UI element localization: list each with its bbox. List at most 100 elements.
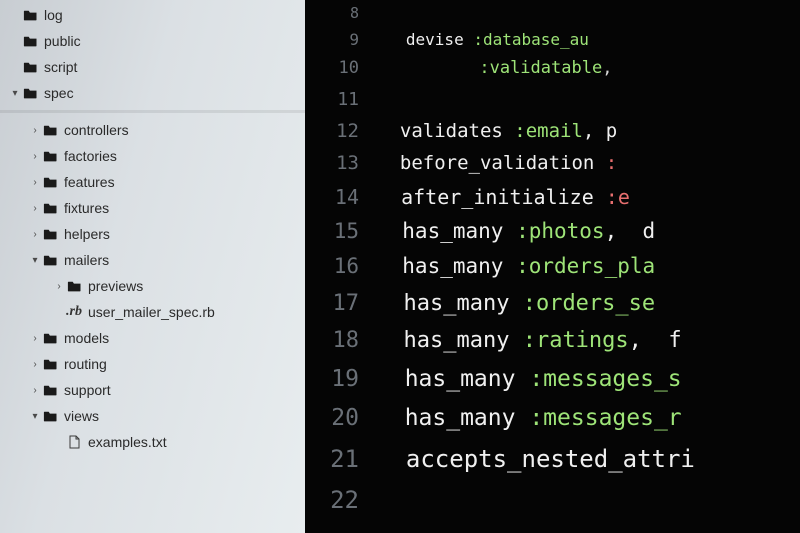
code-line[interactable] — [377, 482, 800, 524]
chevron-down-icon[interactable]: ▾ — [30, 411, 40, 422]
tree-item-mailers[interactable]: ▾ mailers — [0, 247, 305, 273]
code-line[interactable]: accepts_nested_attri — [377, 441, 800, 482]
line-number: 11 — [305, 86, 359, 117]
folder-icon — [42, 149, 58, 163]
chevron-right-icon[interactable]: › — [30, 229, 40, 240]
folder-icon — [42, 253, 58, 267]
code-line[interactable]: has_many :messages_r — [377, 401, 800, 441]
line-number: 22 — [305, 482, 359, 524]
tree-item-public[interactable]: public — [0, 28, 305, 54]
line-number: 10 — [305, 56, 359, 86]
tree-item-previews[interactable]: › previews — [0, 273, 305, 299]
line-number: 9 — [305, 28, 359, 56]
tree-item-script[interactable]: script — [0, 54, 305, 80]
tree-item-user-mailer-spec-rb[interactable]: .rbuser_mailer_spec.rb — [0, 299, 305, 325]
folder-icon — [22, 60, 38, 74]
tree-item-label: log — [44, 7, 63, 23]
folder-icon — [42, 383, 58, 397]
tree-item-label: controllers — [64, 122, 129, 138]
code-token: :validatable — [479, 58, 602, 78]
tree-item-label: spec — [44, 85, 74, 101]
tree-item-label: mailers — [64, 252, 109, 268]
chevron-right-icon[interactable]: › — [54, 281, 64, 292]
folder-icon — [22, 8, 38, 22]
code-line[interactable]: has_many :orders_pla — [377, 251, 800, 287]
line-number: 19 — [305, 362, 359, 401]
tree-item-fixtures[interactable]: › fixtures — [0, 195, 305, 221]
code-line[interactable]: before_validation : — [377, 149, 800, 182]
code-line[interactable] — [377, 86, 800, 117]
code-token: validates — [377, 120, 514, 142]
chevron-right-icon[interactable]: › — [30, 385, 40, 396]
folder-icon — [66, 279, 82, 293]
tree-item-examples-txt[interactable]: examples.txt — [0, 429, 305, 455]
folder-icon — [42, 175, 58, 189]
tree-item-label: examples.txt — [88, 434, 167, 450]
ruby-file-icon: .rb — [66, 305, 82, 319]
tree-item-label: models — [64, 330, 109, 346]
line-number: 13 — [305, 149, 359, 182]
code-line[interactable]: has_many :orders_se — [377, 287, 800, 324]
line-number: 20 — [305, 401, 359, 441]
tree-item-factories[interactable]: ›factories — [0, 143, 305, 169]
code-token: :messages_r — [529, 405, 681, 431]
tree-item-label: fixtures — [64, 200, 109, 216]
tree-item-controllers[interactable]: › controllers — [0, 117, 305, 143]
chevron-down-icon[interactable]: ▾ — [30, 255, 40, 266]
code-token: , p — [583, 120, 617, 142]
code-line[interactable]: has_many :messages_s — [377, 362, 800, 401]
tree-item-label: views — [64, 408, 99, 424]
folder-icon — [22, 86, 38, 100]
tree-item-label: routing — [64, 356, 107, 372]
code-token: has_many — [377, 405, 529, 431]
chevron-right-icon[interactable]: › — [30, 125, 40, 136]
tree-item-label: script — [44, 59, 77, 75]
code-line[interactable]: :validatable, — [377, 56, 800, 86]
line-number: 17 — [305, 287, 359, 324]
folder-icon — [42, 227, 58, 241]
tree-item-spec[interactable]: ▾ spec — [0, 80, 305, 106]
chevron-down-icon[interactable]: ▾ — [10, 88, 20, 99]
code-token: :email — [514, 120, 583, 142]
line-number: 8 — [305, 2, 359, 28]
code-token: accepts_nested_attri — [377, 445, 695, 473]
code-token: :orders_pla — [516, 254, 655, 278]
code-token: :database_au — [473, 30, 589, 49]
folder-icon — [42, 201, 58, 215]
tree-item-routing[interactable]: › routing — [0, 351, 305, 377]
code-line[interactable]: after_initialize :e — [377, 182, 800, 216]
code-token: :e — [606, 185, 630, 209]
tree-item-models[interactable]: › models — [0, 325, 305, 351]
tree-item-helpers[interactable]: ›helpers — [0, 221, 305, 247]
chevron-right-icon[interactable]: › — [30, 203, 40, 214]
tree-item-log[interactable]: log — [0, 2, 305, 28]
tree-item-label: previews — [88, 278, 143, 294]
code-line[interactable]: has_many :photos, d — [377, 216, 800, 251]
code-token: :ratings — [523, 328, 629, 353]
line-number: 12 — [305, 117, 359, 149]
tree-item-support[interactable]: ›support — [0, 377, 305, 403]
code-token: :photos — [516, 219, 605, 243]
code-line[interactable]: devise :database_au — [377, 28, 800, 56]
tree-item-views[interactable]: ▾ views — [0, 403, 305, 429]
folder-icon — [42, 357, 58, 371]
code-token: has_many — [377, 219, 516, 243]
folder-icon — [42, 331, 58, 345]
code-editor[interactable]: 8910111213141516171819202122 devise :dat… — [305, 0, 800, 533]
code-line[interactable]: validates :email, p — [377, 117, 800, 149]
code-line[interactable]: has_many :ratings, f — [377, 324, 800, 362]
tree-item-features[interactable]: › features — [0, 169, 305, 195]
line-number-gutter: 8910111213141516171819202122 — [305, 0, 377, 533]
chevron-right-icon[interactable]: › — [30, 333, 40, 344]
code-line[interactable] — [377, 2, 800, 28]
code-token — [377, 58, 479, 78]
code-token: , — [602, 58, 612, 78]
code-token: :messages_s — [529, 366, 681, 392]
chevron-right-icon[interactable]: › — [30, 177, 40, 188]
code-token: has_many — [377, 254, 516, 278]
chevron-right-icon[interactable]: › — [30, 151, 40, 162]
chevron-right-icon[interactable]: › — [30, 359, 40, 370]
code-content[interactable]: devise :database_au :validatable, valida… — [377, 0, 800, 533]
code-token: devise — [377, 30, 473, 49]
tree-item-label: features — [64, 174, 115, 190]
